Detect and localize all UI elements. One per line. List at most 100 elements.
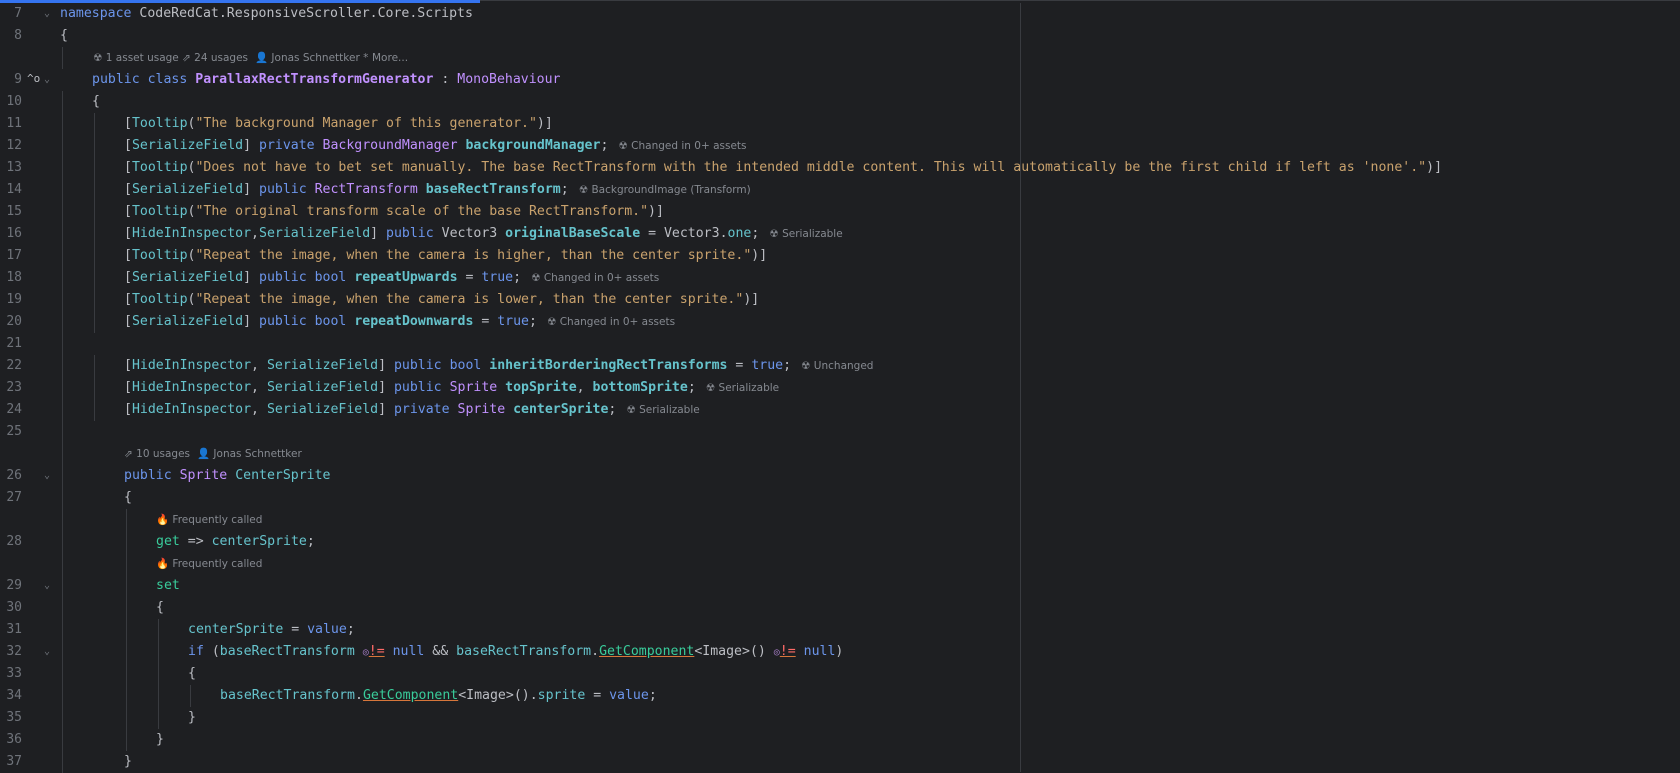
line-number: 28 xyxy=(6,534,22,549)
code-line[interactable]: 12 [SerializeField] private BackgroundMa… xyxy=(0,135,1680,157)
code-text[interactable]: } xyxy=(156,729,164,751)
usages-hint[interactable]: ⇗ 10 usages xyxy=(124,446,190,462)
code-line[interactable]: 9 ^o ⌄ public class ParallaxRectTransfor… xyxy=(0,69,1680,91)
indent-guide xyxy=(62,509,63,531)
unchanged-hint[interactable]: ☢ Unchanged xyxy=(801,360,873,372)
usages-icon: ⇗ xyxy=(182,52,191,64)
code-text[interactable]: [Tooltip("Repeat the image, when the cam… xyxy=(124,245,767,267)
code-line[interactable]: 22 [HideInInspector, SerializeField] pub… xyxy=(0,355,1680,377)
serializable-hint[interactable]: ☢ Serializable xyxy=(626,404,699,416)
code-line[interactable]: 36 } xyxy=(0,729,1680,751)
line-number: 26 xyxy=(6,468,22,483)
code-text[interactable]: [Tooltip("Does not have to bet set manua… xyxy=(124,157,1442,179)
code-text[interactable]: [HideInInspector, SerializeField] public… xyxy=(124,377,779,399)
code-text[interactable]: if (baseRectTransform ◎!= null && baseRe… xyxy=(188,641,843,664)
asset-value-hint[interactable]: ☢ BackgroundImage (Transform) xyxy=(579,184,751,196)
code-line[interactable]: 17 [Tooltip("Repeat the image, when the … xyxy=(0,245,1680,267)
code-line[interactable]: 15 [Tooltip("The original transform scal… xyxy=(0,201,1680,223)
code-text[interactable]: [Tooltip("Repeat the image, when the cam… xyxy=(124,289,759,311)
code-text[interactable]: { xyxy=(124,487,132,509)
usages-hint[interactable]: ⇗ 24 usages xyxy=(182,50,248,66)
code-line[interactable]: 13 [Tooltip("Does not have to bet set ma… xyxy=(0,157,1680,179)
code-line[interactable]: 11 [Tooltip("The background Manager of t… xyxy=(0,113,1680,135)
serializable-hint[interactable]: ☢ Serializable xyxy=(706,382,779,394)
code-line[interactable]: 14 [SerializeField] public RectTransform… xyxy=(0,179,1680,201)
fold-chevron-icon[interactable]: ⌄ xyxy=(44,465,50,487)
code-text[interactable]: public Sprite CenterSprite xyxy=(124,465,330,487)
asset-change-hint[interactable]: ☢ Changed in 0+ assets xyxy=(531,272,659,284)
more-hint[interactable]: More... xyxy=(372,50,408,66)
indent-guide xyxy=(62,465,63,487)
code-line[interactable]: 16 [HideInInspector,SerializeField] publ… xyxy=(0,223,1680,245)
code-text[interactable]: public class ParallaxRectTransformGenera… xyxy=(92,69,560,91)
author-hint[interactable]: 👤 Jonas Schnettker * xyxy=(255,50,368,66)
code-line[interactable]: 26 ⌄ public Sprite CenterSprite xyxy=(0,465,1680,487)
fold-chevron-icon[interactable]: ⌄ xyxy=(44,575,50,597)
line-number: 10 xyxy=(6,94,22,109)
code-text[interactable]: { xyxy=(92,91,100,113)
code-text[interactable]: [Tooltip("The background Manager of this… xyxy=(124,113,553,135)
code-line[interactable]: 24 [HideInInspector, SerializeField] pri… xyxy=(0,399,1680,421)
indent-guide xyxy=(62,421,63,443)
code-text[interactable]: set xyxy=(156,575,180,597)
code-text[interactable]: [Tooltip("The original transform scale o… xyxy=(124,201,664,223)
serializable-hint[interactable]: ☢ Serializable xyxy=(769,228,842,240)
code-line[interactable]: 7 ⌄ namespace CodeRedCat.ResponsiveScrol… xyxy=(0,3,1680,25)
code-line[interactable]: 19 [Tooltip("Repeat the image, when the … xyxy=(0,289,1680,311)
indent-guide xyxy=(62,553,63,575)
code-line[interactable]: 21 xyxy=(0,333,1680,355)
code-line[interactable]: 27 { xyxy=(0,487,1680,509)
code-text[interactable]: centerSprite = value; xyxy=(188,619,355,641)
code-line[interactable]: 30 { xyxy=(0,597,1680,619)
indent-guide xyxy=(62,619,63,641)
code-text[interactable]: } xyxy=(124,751,132,773)
code-text[interactable]: baseRectTransform.GetComponent<Image>().… xyxy=(220,685,657,707)
indent-guide xyxy=(62,245,63,267)
code-line[interactable]: 37 } xyxy=(0,751,1680,773)
code-text[interactable]: [HideInInspector, SerializeField] public… xyxy=(124,355,873,377)
fold-chevron-icon[interactable]: ⌄ xyxy=(44,3,50,25)
namespace-name: CodeRedCat.ResponsiveScroller.Core.Scrip… xyxy=(139,6,473,21)
author-hint[interactable]: 👤 Jonas Schnettker xyxy=(197,446,302,462)
code-line[interactable]: 35 } xyxy=(0,707,1680,729)
code-line[interactable]: 18 [SerializeField] public bool repeatUp… xyxy=(0,267,1680,289)
code-text[interactable]: [SerializeField] private BackgroundManag… xyxy=(124,135,747,157)
code-text[interactable]: [HideInInspector, SerializeField] privat… xyxy=(124,399,700,421)
code-line[interactable]: 8 { xyxy=(0,25,1680,47)
code-text[interactable]: { xyxy=(60,25,68,47)
code-line[interactable]: 33 { xyxy=(0,663,1680,685)
line-number: 14 xyxy=(6,182,22,197)
fold-chevron-icon[interactable]: ⌄ xyxy=(44,69,50,91)
code-editor[interactable]: 7 ⌄ namespace CodeRedCat.ResponsiveScrol… xyxy=(0,3,1680,773)
code-text[interactable]: [SerializeField] public bool repeatDownw… xyxy=(124,311,675,333)
unity-icon: ☢ xyxy=(93,52,103,64)
code-line[interactable]: 20 [SerializeField] public bool repeatDo… xyxy=(0,311,1680,333)
asset-usage-hint[interactable]: ☢ 1 asset usage xyxy=(93,50,179,66)
code-text[interactable]: [SerializeField] public bool repeatUpwar… xyxy=(124,267,659,289)
code-line[interactable]: 32 ⌄ if (baseRectTransform ◎!= null && b… xyxy=(0,641,1680,663)
code-line[interactable]: 25 xyxy=(0,421,1680,443)
implemented-override-icon[interactable]: ^o xyxy=(27,69,40,89)
code-line[interactable]: 28 get => centerSprite; xyxy=(0,531,1680,553)
frequently-called-hint[interactable]: 🔥 Frequently called xyxy=(156,556,262,572)
code-text[interactable]: { xyxy=(156,597,164,619)
line-number: 12 xyxy=(6,138,22,153)
code-text[interactable]: [SerializeField] public RectTransform ba… xyxy=(124,179,751,201)
code-line[interactable]: 34 baseRectTransform.GetComponent<Image>… xyxy=(0,685,1680,707)
line-number: 37 xyxy=(6,754,22,769)
code-line[interactable]: 31 centerSprite = value; xyxy=(0,619,1680,641)
code-text[interactable]: { xyxy=(188,663,196,685)
code-text[interactable]: get => centerSprite; xyxy=(156,531,315,553)
code-text[interactable]: } xyxy=(188,707,196,729)
code-text[interactable]: [HideInInspector,SerializeField] public … xyxy=(124,223,843,245)
code-line[interactable]: 23 [HideInInspector, SerializeField] pub… xyxy=(0,377,1680,399)
fold-chevron-icon[interactable]: ⌄ xyxy=(44,641,50,663)
asset-change-hint[interactable]: ☢ Changed in 0+ assets xyxy=(618,140,746,152)
frequently-called-hint[interactable]: 🔥 Frequently called xyxy=(156,512,262,528)
code-line[interactable]: 29 ⌄ set xyxy=(0,575,1680,597)
line-number: 21 xyxy=(6,336,22,351)
code-text[interactable]: namespace CodeRedCat.ResponsiveScroller.… xyxy=(60,3,473,25)
code-line[interactable]: 10 { xyxy=(0,91,1680,113)
asset-change-hint[interactable]: ☢ Changed in 0+ assets xyxy=(547,316,675,328)
indent-guide xyxy=(126,531,127,553)
